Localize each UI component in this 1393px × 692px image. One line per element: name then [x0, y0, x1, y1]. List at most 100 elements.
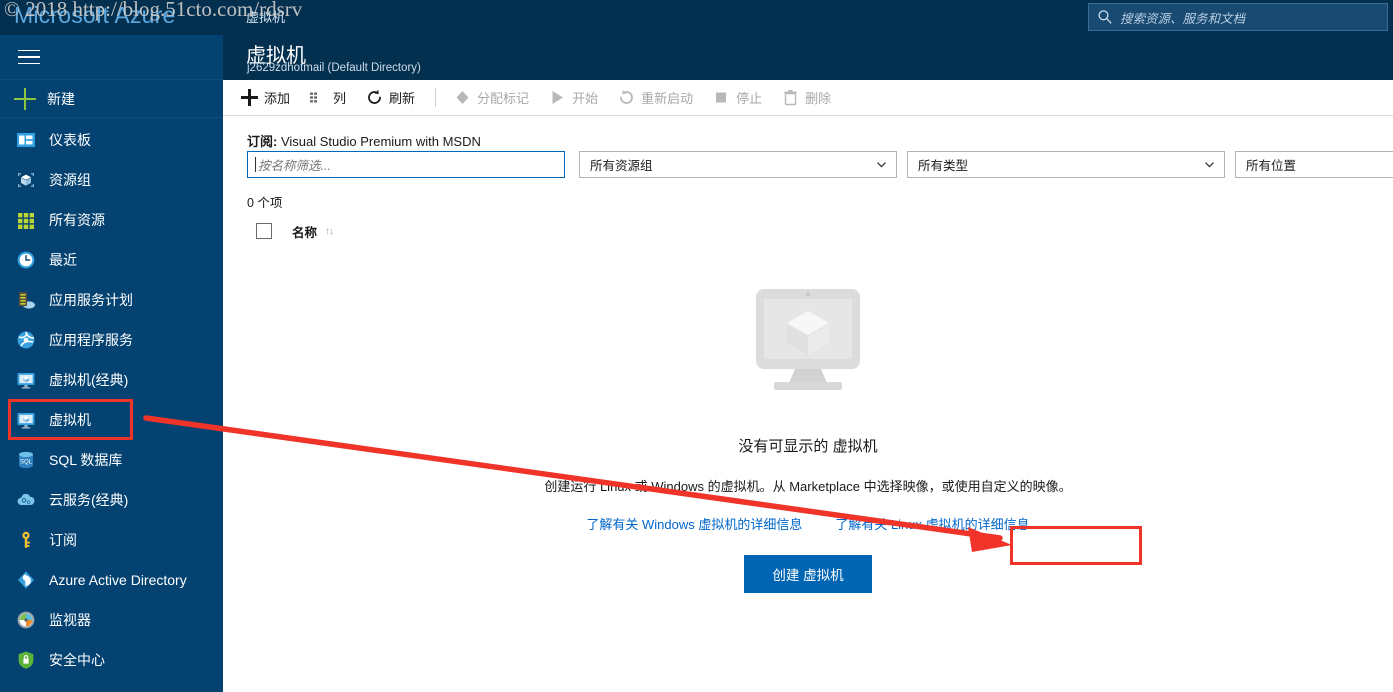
sidebar-item-recent[interactable]: 最近 — [0, 240, 223, 280]
start-play-icon — [549, 89, 566, 106]
sidebar-item-sql-databases[interactable]: SQL SQL 数据库 — [0, 440, 223, 480]
sidebar-item-virtual-machines[interactable]: 虚拟机 — [0, 400, 223, 440]
stop-button-label: 停止 — [736, 91, 763, 106]
type-dropdown[interactable]: 所有类型 — [907, 151, 1225, 178]
restart-button-label: 重新启动 — [641, 91, 694, 106]
all-resources-icon — [15, 209, 37, 231]
dashboard-icon — [15, 129, 37, 151]
sidebar-item-label: 虚拟机(经典) — [49, 372, 129, 388]
azure-brand-logo[interactable]: Microsoft Azure — [14, 2, 176, 29]
location-dropdown-value: 所有位置 — [1246, 159, 1297, 173]
empty-state-description: 创建运行 Linux 或 Windows 的虚拟机。从 Marketplace … — [544, 479, 1072, 494]
sidebar-item-label: 所有资源 — [49, 212, 105, 228]
sidebar-item-label: 云服务(经典) — [49, 492, 129, 508]
sidebar-item-dashboard[interactable]: 仪表板 — [0, 120, 223, 160]
top-header-bar: Microsoft Azure 虚拟机 搜索资源、服务和文档 — [0, 0, 1393, 35]
sidebar-item-label: 应用服务计划 — [49, 292, 133, 308]
delete-trash-icon — [782, 89, 799, 106]
add-button[interactable]: 添加 — [241, 80, 290, 116]
virtual-machine-icon — [15, 409, 37, 431]
sidebar-divider — [0, 117, 223, 118]
sort-arrows-icon[interactable]: ↑↓ — [325, 226, 334, 237]
resource-group-icon — [15, 169, 37, 191]
sidebar-item-all-resources[interactable]: 所有资源 — [0, 200, 223, 240]
stop-button[interactable]: 停止 — [713, 80, 762, 116]
app-service-plan-icon — [15, 289, 37, 311]
columns-button-label: 列 — [333, 91, 347, 106]
table-header-row: 名称 ↑↓ — [247, 217, 1367, 245]
sidebar-item-label: Azure Active Directory — [49, 572, 187, 588]
delete-button[interactable]: 删除 — [782, 80, 831, 116]
subscription-label: 订阅: — [247, 134, 278, 149]
security-center-icon — [15, 649, 37, 671]
sidebar-item-label: 最近 — [49, 252, 77, 268]
sidebar-item-label: 订阅 — [49, 532, 77, 548]
plus-icon — [14, 87, 36, 110]
main-content-pane: 虚拟机 j2629zdhotmail (Default Directory) 添… — [223, 35, 1393, 692]
delete-button-label: 删除 — [805, 91, 832, 106]
start-button[interactable]: 开始 — [549, 80, 598, 116]
azure-ad-icon — [15, 569, 37, 591]
sidebar-item-label: 监视器 — [49, 612, 91, 628]
link-linux-vm-docs[interactable]: 了解有关 Linux 虚拟机的详细信息 — [835, 514, 1029, 533]
sidebar-item-label: 资源组 — [49, 172, 91, 188]
chevron-down-icon — [875, 158, 888, 171]
name-filter-placeholder: 按名称筛选... — [258, 159, 331, 173]
sidebar-item-resource-groups[interactable]: 资源组 — [0, 160, 223, 200]
sidebar-item-label: 安全中心 — [49, 652, 105, 668]
subscription-key-icon — [15, 529, 37, 551]
sidebar-item-security-center[interactable]: 安全中心 — [0, 640, 223, 680]
recent-clock-icon — [15, 249, 37, 271]
start-button-label: 开始 — [572, 91, 599, 106]
refresh-button[interactable]: 刷新 — [366, 80, 415, 116]
resource-group-dropdown[interactable]: 所有资源组 — [579, 151, 897, 178]
name-filter-input[interactable]: 按名称筛选... — [247, 151, 565, 178]
virtual-machine-monitor-illustration — [743, 285, 873, 395]
hamburger-icon — [18, 49, 40, 65]
select-all-checkbox[interactable] — [256, 223, 272, 239]
assign-tags-button-label: 分配标记 — [477, 91, 530, 106]
svg-text:SQL: SQL — [20, 460, 33, 466]
sidebar-item-monitor[interactable]: 监视器 — [0, 600, 223, 640]
refresh-icon — [366, 89, 383, 106]
toolbar-divider — [435, 88, 437, 107]
subscription-value: Visual Studio Premium with MSDN — [280, 134, 481, 149]
filter-row: 按名称筛选... 所有资源组 所有类型 所有位置 — [223, 151, 1393, 179]
assign-tags-button[interactable]: 分配标记 — [454, 80, 529, 116]
sql-database-icon: SQL — [15, 449, 37, 471]
plus-icon — [241, 89, 258, 106]
link-windows-vm-docs[interactable]: 了解有关 Windows 虚拟机的详细信息 — [586, 514, 802, 533]
sidebar-item-label: SQL 数据库 — [49, 452, 123, 468]
restart-button[interactable]: 重新启动 — [618, 80, 693, 116]
search-input-placeholder: 搜索资源、服务和文档 — [1120, 11, 1246, 26]
azure-portal-screen: Microsoft Azure 虚拟机 搜索资源、服务和文档 © 2018 ht… — [0, 0, 1393, 692]
sidebar-nav-list: 仪表板 资源组 所有资源 最近 应用服务计划 应用程序服务 虚拟机(经典) 虚拟… — [0, 120, 223, 680]
sidebar-menu-toggle[interactable] — [0, 35, 223, 80]
sidebar-item-app-services[interactable]: 应用程序服务 — [0, 320, 223, 360]
global-search-box[interactable]: 搜索资源、服务和文档 — [1088, 3, 1388, 31]
monitor-icon — [15, 609, 37, 631]
sidebar-item-label: 应用程序服务 — [49, 332, 133, 348]
sidebar-item-virtual-machines-classic[interactable]: 虚拟机(经典) — [0, 360, 223, 400]
resource-group-dropdown-value: 所有资源组 — [590, 159, 653, 173]
text-caret — [255, 157, 256, 172]
sidebar-item-label: 仪表板 — [49, 132, 91, 148]
chevron-down-icon — [1203, 158, 1216, 171]
empty-state: 没有可显示的 虚拟机 创建运行 Linux 或 Windows 的虚拟机。从 M… — [223, 285, 1393, 593]
header-breadcrumb: 虚拟机 — [246, 10, 286, 25]
type-dropdown-value: 所有类型 — [918, 159, 969, 173]
columns-button[interactable]: 列 — [310, 80, 346, 116]
sidebar-item-azure-active-directory[interactable]: Azure Active Directory — [0, 560, 223, 600]
sidebar-item-subscriptions[interactable]: 订阅 — [0, 520, 223, 560]
location-dropdown[interactable]: 所有位置 — [1235, 151, 1393, 178]
sidebar-item-new[interactable]: 新建 — [0, 80, 223, 117]
sidebar-item-app-service-plans[interactable]: 应用服务计划 — [0, 280, 223, 320]
create-virtual-machine-button[interactable]: 创建 虚拟机 — [744, 555, 872, 593]
blade-header: 虚拟机 j2629zdhotmail (Default Directory) — [223, 35, 1393, 80]
sidebar-item-cloud-services-classic[interactable]: 云服务(经典) — [0, 480, 223, 520]
virtual-machine-classic-icon — [15, 369, 37, 391]
column-header-name[interactable]: 名称 — [292, 222, 317, 241]
tag-icon — [454, 89, 471, 106]
search-icon — [1097, 9, 1113, 25]
page-subtitle: j2629zdhotmail (Default Directory) — [247, 62, 421, 74]
